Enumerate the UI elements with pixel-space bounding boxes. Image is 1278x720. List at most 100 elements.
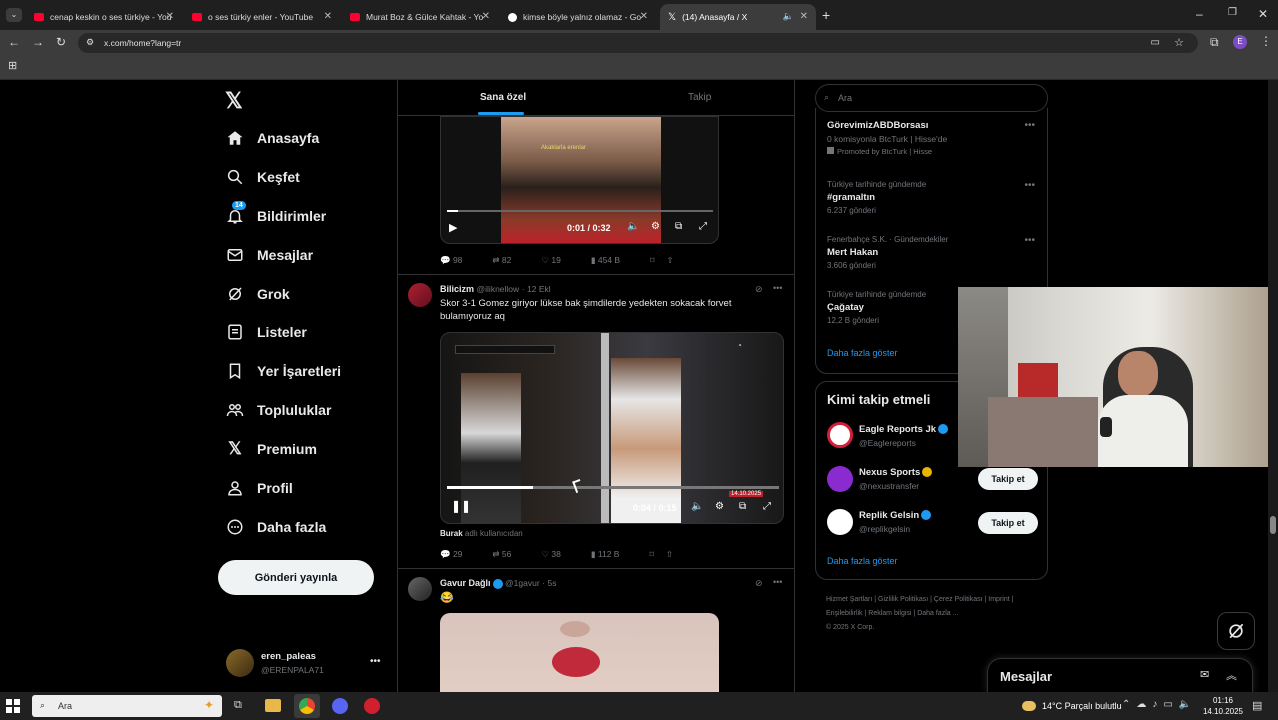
- tab-search-icon[interactable]: ⌄: [6, 8, 22, 22]
- post-button[interactable]: Gönderi yayınla: [218, 560, 374, 595]
- taskbar-search[interactable]: ⌕ Ara ✦: [32, 695, 222, 717]
- notification-center-icon[interactable]: ▤: [1252, 699, 1262, 712]
- nav-messages[interactable]: Mesajlar: [226, 243, 313, 267]
- trend-more-icon[interactable]: •••: [1024, 120, 1035, 131]
- trend-more-icon[interactable]: •••: [1024, 235, 1035, 246]
- play-icon[interactable]: ▶: [449, 221, 457, 234]
- pip-icon[interactable]: ⧉: [675, 221, 682, 232]
- retweet-button[interactable]: ⇄ 82: [492, 255, 511, 266]
- avatar[interactable]: [226, 649, 254, 677]
- new-message-icon[interactable]: ✉: [1200, 668, 1209, 681]
- nav-explore[interactable]: Keşfet: [226, 165, 300, 189]
- expand-icon[interactable]: ︽: [1226, 667, 1237, 683]
- url-field[interactable]: ⚙ x.com/home?lang=tr ▭ ☆: [78, 33, 1198, 53]
- chrome-taskbar-button[interactable]: [294, 694, 320, 718]
- messages-drawer[interactable]: Mesajlar ✉ ︽: [987, 658, 1253, 692]
- new-tab-icon[interactable]: +: [822, 8, 830, 22]
- nav-notifications[interactable]: 14 Bildirimler: [226, 201, 326, 228]
- site-info-icon[interactable]: ⚙: [86, 37, 94, 48]
- more-icon[interactable]: •••: [773, 577, 782, 587]
- tweet-image[interactable]: [440, 613, 719, 692]
- tweet-3[interactable]: Gavur Dağlı @1gavur · 5s ⊘ ••• 😂: [398, 569, 794, 692]
- share-icon[interactable]: ⇧: [666, 549, 673, 560]
- tweet-time[interactable]: 12 Ekl: [527, 284, 551, 294]
- share-icon[interactable]: ⇧: [666, 255, 673, 266]
- follow-name[interactable]: Eagle Reports Jk: [859, 424, 949, 435]
- fullscreen-icon[interactable]: ⤢: [763, 501, 771, 512]
- nav-communities[interactable]: Topluluklar: [226, 398, 331, 422]
- account-more-icon[interactable]: •••: [370, 656, 381, 667]
- avatar[interactable]: [408, 283, 432, 307]
- grok-icon[interactable]: ⊘: [755, 284, 763, 295]
- retweet-button[interactable]: ⇄ 56: [492, 549, 511, 560]
- video-progress[interactable]: [447, 210, 713, 212]
- profile-avatar[interactable]: E: [1233, 35, 1247, 49]
- system-tray-icons[interactable]: ⌃☁♪▭🔈: [1122, 699, 1197, 710]
- reply-button[interactable]: 💬 29: [440, 549, 462, 560]
- apps-grid-icon[interactable]: ⊞: [8, 61, 17, 72]
- trend-more-icon[interactable]: •••: [1024, 180, 1035, 191]
- nav-profile[interactable]: Profil: [226, 476, 293, 500]
- footer-link[interactable]: Erişilebilirlik: [826, 610, 863, 617]
- video-progress[interactable]: [447, 486, 779, 489]
- tweet-time[interactable]: 5s: [548, 578, 557, 588]
- discord-icon[interactable]: [332, 698, 348, 714]
- close-icon[interactable]: ✕: [800, 11, 808, 22]
- trend-item[interactable]: Türkiye tarihinde gündemde #gramaltın 6.…: [827, 180, 926, 215]
- tweet-1[interactable]: Akaklarla erenlar ▶ 0:01 / 0:32 🔈 ⚙ ⧉ ⤢ …: [398, 116, 794, 275]
- volume-icon[interactable]: 🔈: [691, 501, 703, 512]
- footer-link[interactable]: Çerez Politikası: [934, 596, 983, 603]
- author-handle[interactable]: @1gavur: [505, 578, 540, 588]
- close-icon[interactable]: ✕: [166, 11, 174, 22]
- nav-lists[interactable]: Listeler: [226, 320, 307, 344]
- like-button[interactable]: ♡ 38: [541, 549, 560, 560]
- footer-link[interactable]: Daha fazla ...: [917, 610, 958, 617]
- nav-premium[interactable]: 𝕏 Premium: [226, 437, 317, 461]
- scrollbar[interactable]: [1268, 80, 1278, 692]
- follow-button[interactable]: Takip et: [978, 512, 1038, 534]
- close-icon[interactable]: ✕: [324, 11, 332, 22]
- extensions-icon[interactable]: ⧉: [1210, 36, 1219, 48]
- pause-icon[interactable]: ❚❚: [451, 499, 471, 513]
- tweet-2[interactable]: Bilicizm @iliknellow · 12 Ekl ⊘ ••• Skor…: [398, 275, 794, 569]
- back-icon[interactable]: ←: [8, 36, 20, 48]
- settings-icon[interactable]: ⚙: [715, 501, 724, 512]
- restore-icon[interactable]: ❐: [1228, 8, 1237, 18]
- footer-link[interactable]: Imprint: [988, 596, 1009, 603]
- x-logo-icon[interactable]: 𝕏: [225, 88, 243, 114]
- grok-icon[interactable]: ⊘: [755, 578, 763, 589]
- window-close-icon[interactable]: ✕: [1258, 8, 1268, 20]
- close-icon[interactable]: ✕: [482, 11, 490, 22]
- tab-for-you[interactable]: Sana özel: [480, 92, 526, 103]
- nav-more[interactable]: Daha fazla: [226, 515, 326, 539]
- bookmark-icon[interactable]: ⌑: [650, 255, 654, 266]
- tweet-video[interactable]: ◔ 14.10.2025 ❚❚ 0:04 / 0:15 🔈 ⚙ ⧉ ⤢: [440, 332, 784, 524]
- footer-link[interactable]: Reklam bilgisi: [868, 610, 911, 617]
- tweet-video[interactable]: Akaklarla erenlar ▶ 0:01 / 0:32 🔈 ⚙ ⧉ ⤢: [440, 116, 719, 244]
- reply-button[interactable]: 💬 98: [440, 255, 462, 266]
- author-handle[interactable]: @iliknellow: [477, 284, 520, 294]
- volume-icon[interactable]: 🔈: [627, 221, 639, 232]
- footer-link[interactable]: Hizmet Şartları: [826, 596, 872, 603]
- trend-item[interactable]: GörevimizABDBorsası 0 komisyonla BtcTurk…: [827, 120, 947, 156]
- nav-home[interactable]: Anasayfa: [226, 126, 319, 150]
- avatar[interactable]: [408, 577, 432, 601]
- star-icon[interactable]: ☆: [1174, 36, 1184, 49]
- nav-bookmarks[interactable]: Yer İşaretleri: [226, 359, 341, 383]
- trend-item[interactable]: Fenerbahçe S.K. · Gündemdekiler Mert Hak…: [827, 235, 948, 270]
- views-button[interactable]: ▮ 112 B: [591, 549, 620, 560]
- bookmark-icon[interactable]: ⌑: [649, 549, 653, 560]
- like-button[interactable]: ♡ 19: [541, 255, 560, 266]
- avatar[interactable]: [827, 466, 853, 492]
- author-name[interactable]: Bilicizm: [440, 284, 474, 294]
- minimize-icon[interactable]: –: [1196, 8, 1203, 20]
- windows-start-icon[interactable]: [6, 699, 20, 713]
- scrollbar-thumb[interactable]: [1270, 516, 1276, 534]
- grok-float-button[interactable]: [1217, 612, 1255, 650]
- menu-dots-icon[interactable]: ⋮: [1260, 35, 1272, 47]
- show-more-link[interactable]: Daha fazla göster: [827, 556, 898, 566]
- trend-item[interactable]: Türkiye tarihinde gündemde Çağatay 12,2 …: [827, 290, 926, 325]
- pip-icon[interactable]: ⧉: [739, 501, 746, 512]
- follow-name[interactable]: Nexus Sports: [859, 467, 933, 478]
- close-icon[interactable]: ✕: [640, 11, 648, 22]
